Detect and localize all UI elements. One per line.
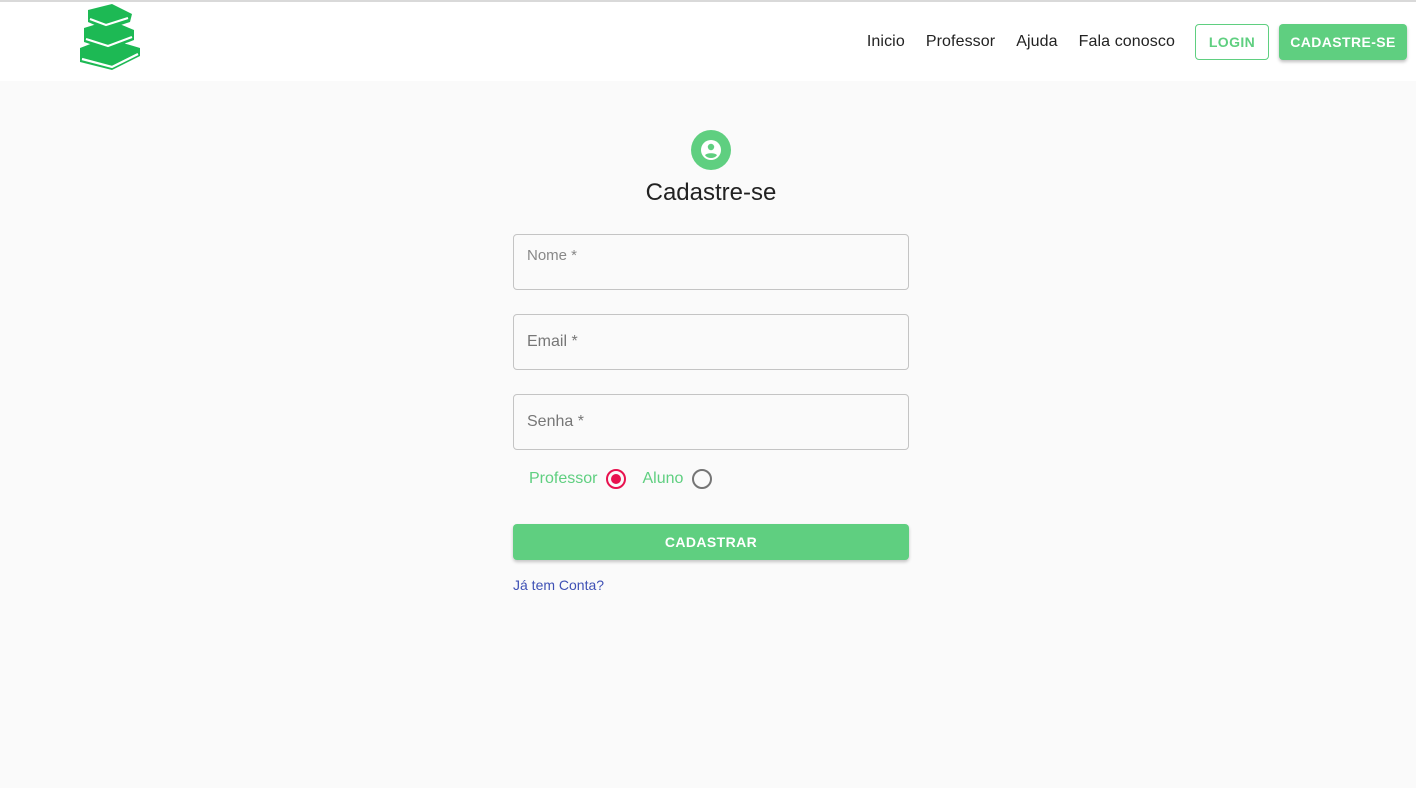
nav-inicio[interactable]: Inicio	[867, 33, 905, 51]
email-field[interactable]: Email *	[513, 314, 909, 370]
submit-button[interactable]: CADASTRAR	[513, 524, 909, 560]
nav-professor[interactable]: Professor	[926, 33, 995, 51]
password-field-label: Senha *	[527, 413, 584, 430]
main-nav: Inicio Professor Ajuda Fala conosco LOGI…	[867, 2, 1416, 81]
radio-label-aluno: Aluno	[642, 470, 684, 487]
signup-button[interactable]: CADASTRE-SE	[1279, 23, 1407, 60]
nav-fala-conosco[interactable]: Fala conosco	[1079, 33, 1175, 51]
page-title: Cadastre-se	[645, 179, 777, 206]
name-field[interactable]: Nome *	[513, 234, 909, 290]
password-field[interactable]: Senha *	[513, 394, 909, 450]
radio-aluno[interactable]	[692, 469, 713, 489]
radio-label-professor: Professor	[529, 470, 598, 487]
login-button[interactable]: LOGIN	[1195, 23, 1269, 60]
top-header: Inicio Professor Ajuda Fala conosco LOGI…	[0, 2, 1416, 81]
books-logo-icon[interactable]	[76, 4, 142, 74]
radio-professor[interactable]	[606, 469, 627, 489]
nav-ajuda[interactable]: Ajuda	[1016, 33, 1057, 51]
login-link[interactable]: Já tem Conta?	[513, 577, 604, 593]
role-radio-group: Professor Aluno	[529, 467, 728, 491]
email-field-label: Email *	[527, 333, 578, 350]
name-field-label: Nome *	[527, 247, 578, 264]
account-circle-icon	[691, 130, 731, 170]
